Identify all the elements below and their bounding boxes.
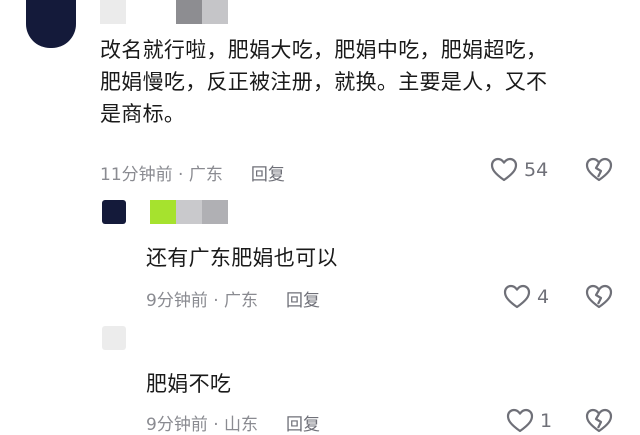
- comment-text-line: 是商标。: [100, 102, 186, 126]
- broken-heart-icon: [585, 157, 613, 183]
- comment-meta: 11分钟前 · 广东 回复: [100, 160, 285, 185]
- time-location: 9分钟前 · 山东: [146, 415, 259, 435]
- dislike-button[interactable]: [585, 408, 613, 434]
- avatar[interactable]: [26, 0, 76, 48]
- like-button[interactable]: 4: [503, 284, 549, 310]
- time-location: 9分钟前 · 广东: [146, 291, 259, 311]
- like-count: 1: [540, 410, 553, 432]
- avatar[interactable]: [102, 326, 126, 350]
- reply-button[interactable]: 回复: [286, 286, 320, 311]
- comment-text-line: 改名就行啦，肥娟大吃，肥娟中吃，肥娟超吃，: [100, 38, 548, 62]
- reply-button[interactable]: 回复: [251, 160, 285, 185]
- like-button[interactable]: 1: [506, 408, 552, 434]
- dislike-button[interactable]: [585, 284, 613, 310]
- comment-text: 肥娟不吃: [146, 368, 231, 400]
- comment-text: 还有广东肥娟也可以: [146, 242, 338, 274]
- username-redacted[interactable]: [100, 0, 228, 24]
- heart-outline-icon: [503, 284, 531, 310]
- comment-meta: 9分钟前 · 山东 回复: [146, 410, 320, 435]
- comment-text-line: 肥娟慢吃，反正被注册，就换。主要是人，又不: [100, 70, 548, 94]
- reply-button[interactable]: 回复: [286, 410, 320, 435]
- like-count: 4: [537, 286, 550, 308]
- like-count: 54: [524, 159, 549, 181]
- dislike-button[interactable]: [585, 157, 613, 183]
- heart-outline-icon: [506, 408, 534, 434]
- comment-text-line: 还有广东肥娟也可以: [146, 246, 338, 270]
- comment-text-line: 肥娟不吃: [146, 372, 232, 396]
- heart-outline-icon: [490, 157, 518, 183]
- broken-heart-icon: [585, 284, 613, 310]
- broken-heart-icon: [585, 408, 613, 434]
- time-location: 11分钟前 · 广东: [100, 165, 223, 185]
- like-button[interactable]: 54: [490, 157, 548, 183]
- comment-meta: 9分钟前 · 广东 回复: [146, 286, 320, 311]
- avatar[interactable]: [102, 200, 126, 224]
- username-redacted[interactable]: [150, 200, 228, 224]
- comment-text: 改名就行啦，肥娟大吃，肥娟中吃，肥娟超吃， 肥娟慢吃，反正被注册，就换。主要是人…: [100, 34, 620, 130]
